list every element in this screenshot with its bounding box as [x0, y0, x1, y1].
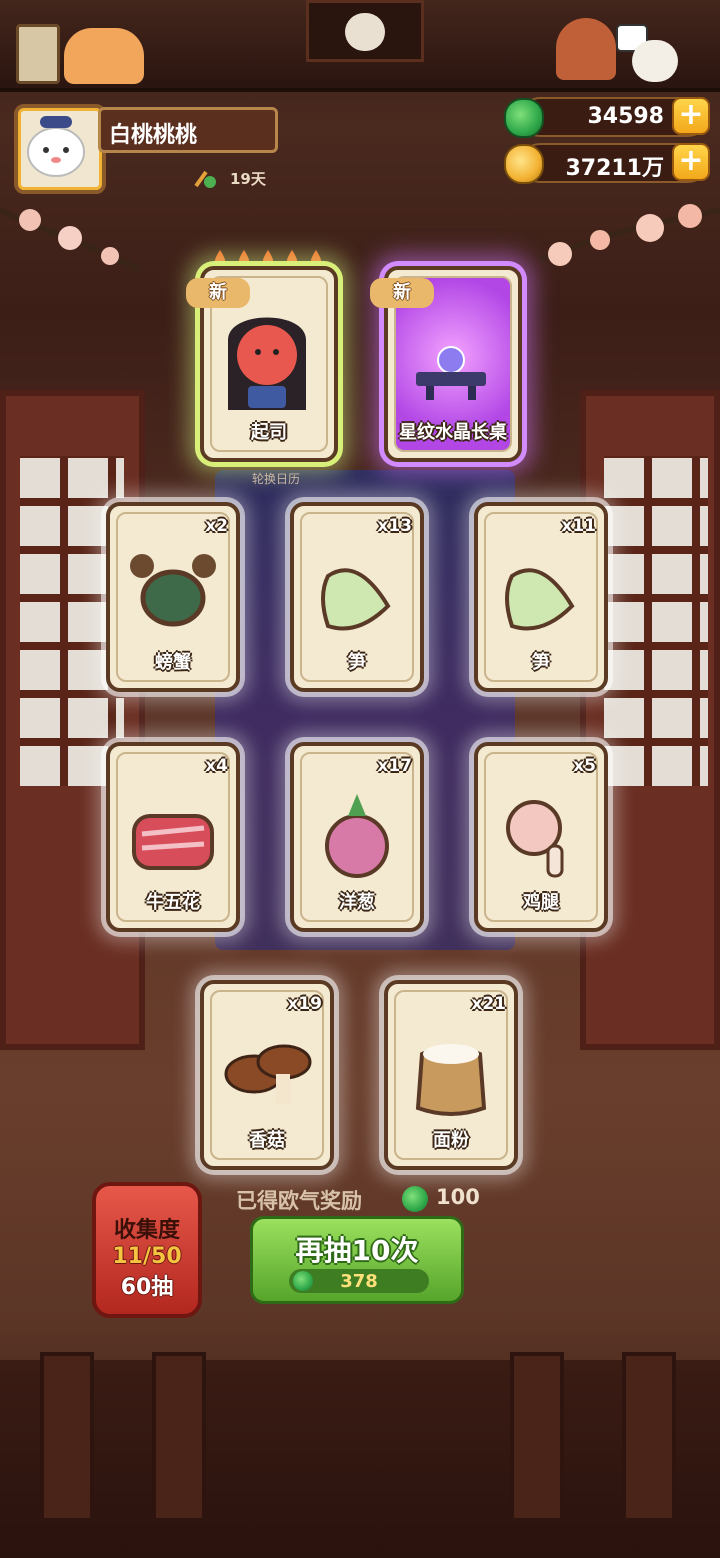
item-quantity: x11: [561, 516, 596, 536]
board-caption: 轮换日历: [252, 472, 301, 486]
item-name: 笋: [532, 652, 550, 673]
fence-post: [622, 1352, 676, 1522]
item-card-mushroom[interactable]: x19 香菇: [200, 980, 334, 1170]
draw-button-label: 再抽10次: [295, 1234, 419, 1267]
portrait-frame: [306, 0, 424, 62]
blossom-branch-left: [0, 190, 150, 280]
add-coin-button[interactable]: +: [672, 143, 710, 181]
item-quantity: x17: [377, 756, 412, 776]
special-card[interactable]: 新 星纹水晶长桌: [370, 266, 522, 462]
item-card-flour[interactable]: x21 面粉: [384, 980, 518, 1170]
item-card-crab[interactable]: x2 螃蟹: [106, 502, 240, 692]
item-name: 笋: [348, 652, 366, 673]
meat-icon: [124, 776, 222, 886]
flour-sack-icon: [402, 1014, 500, 1124]
fence-post: [152, 1352, 206, 1522]
cat-figure: [64, 28, 144, 84]
item-name: 香菇: [249, 1130, 285, 1151]
collection-title: 收集度: [113, 1218, 180, 1243]
crab-icon: [124, 536, 222, 646]
window-left: [0, 390, 145, 1050]
draw-cost: 378: [340, 1271, 378, 1292]
item-quantity: x2: [205, 516, 228, 536]
floor: [0, 1360, 720, 1558]
item-card-pork-belly[interactable]: x4 牛五花: [106, 742, 240, 932]
window-right: [580, 390, 720, 1050]
collection-progress: 11/50: [112, 1244, 182, 1269]
item-name: 牛五花: [146, 892, 200, 913]
character-figure: [556, 18, 616, 80]
onion-icon: [308, 776, 406, 886]
special-card[interactable]: 新 起司: [186, 266, 338, 462]
item-name: 面粉: [433, 1130, 469, 1151]
player-name: 白桃桃桃: [98, 107, 278, 153]
bamboo-shoot-icon: [308, 536, 406, 646]
avatar[interactable]: [14, 104, 106, 194]
cat-avatar-icon: [27, 116, 85, 177]
item-quantity: x5: [573, 756, 596, 776]
fence-post: [40, 1352, 94, 1522]
reward-value: 100: [436, 1185, 480, 1209]
crystal-table-art: [402, 300, 500, 410]
card-name: 星纹水晶长桌: [399, 422, 507, 443]
draw-cost-bar: 378: [289, 1269, 429, 1293]
bamboo-shoot-icon: [492, 536, 590, 646]
white-cat-figure: [632, 40, 678, 82]
card-name: 起司: [251, 422, 287, 443]
item-name: 鸡腿: [523, 892, 559, 913]
chicken-leg-icon: [492, 776, 590, 886]
login-days: 19天: [230, 170, 266, 188]
draw-ten-button[interactable]: 再抽10次 378: [250, 1216, 464, 1304]
top-shelf: [0, 0, 720, 92]
character-cheese-art: [218, 300, 316, 410]
item-card-bamboo-shoot[interactable]: x13 笋: [290, 502, 424, 692]
item-quantity: x19: [287, 994, 322, 1014]
add-jade-button[interactable]: +: [672, 97, 710, 135]
blossom-branch-right: [520, 180, 720, 280]
coin-icon: [504, 144, 544, 184]
collection-lantern[interactable]: 收集度 11/50 60抽: [92, 1182, 202, 1318]
calendar-leaf-icon: [192, 166, 220, 190]
item-quantity: x13: [377, 516, 412, 536]
mushroom-icon: [218, 1014, 316, 1124]
cat-portrait-icon: [345, 13, 385, 51]
item-quantity: x4: [205, 756, 228, 776]
collection-draws: 60抽: [120, 1275, 174, 1300]
item-card-onion[interactable]: x17 洋葱: [290, 742, 424, 932]
fence-post: [510, 1352, 564, 1522]
item-card-bamboo-shoot[interactable]: x11 笋: [474, 502, 608, 692]
item-card-chicken-leg[interactable]: x5 鸡腿: [474, 742, 608, 932]
item-name: 洋葱: [339, 892, 375, 913]
scroll-icon[interactable]: [16, 24, 60, 84]
item-name: 螃蟹: [155, 652, 191, 673]
jade-icon: [402, 1186, 428, 1212]
reward-label: 已得欧气奖励: [236, 1189, 362, 1213]
item-quantity: x21: [471, 994, 506, 1014]
jade-icon: [504, 98, 544, 138]
